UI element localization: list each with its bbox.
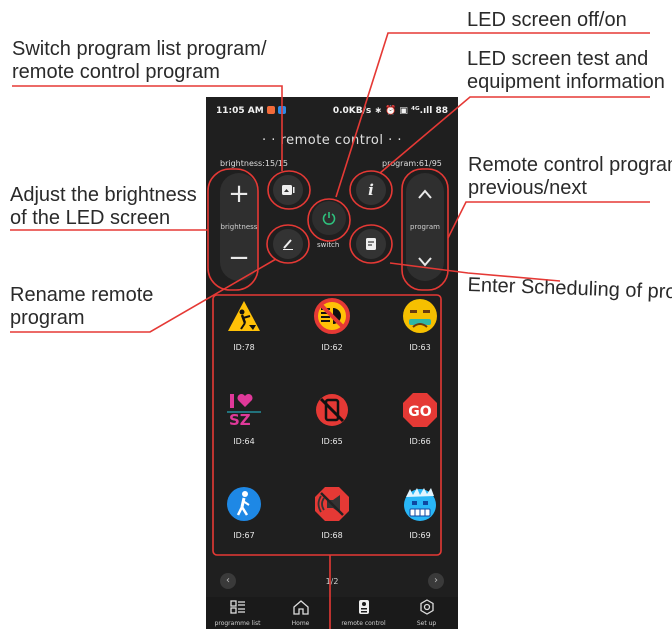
annotation-scheduling: Enter Scheduling of program xyxy=(467,273,672,305)
program-rocker: program xyxy=(406,173,444,281)
led-info-button[interactable]: i xyxy=(356,175,386,205)
leader-line xyxy=(447,201,650,239)
switch-label: switch xyxy=(317,241,340,249)
schedule-document-icon xyxy=(366,238,376,250)
road-work-icon xyxy=(228,301,260,331)
status-bar: 11:05 AM 0.0KB/s ∗ ⏰ ▣ ⁴ᴳ.ıll 88 xyxy=(206,97,458,123)
page-title: · · remote control · · xyxy=(261,133,403,148)
annotation-switch-list-line2: remote control program xyxy=(12,61,220,83)
power-button[interactable] xyxy=(312,201,346,235)
switch-program-list-button[interactable] xyxy=(273,175,303,205)
chevron-up-icon xyxy=(418,189,432,199)
program-id: ID:69 xyxy=(409,531,431,540)
nav-programme-list[interactable]: programme list xyxy=(206,599,269,627)
program-tile[interactable]: ID:63 xyxy=(390,297,450,377)
list-icon xyxy=(229,600,245,614)
scheduling-button[interactable] xyxy=(356,229,386,259)
annotation-rename-line1: Rename remote xyxy=(10,284,154,306)
program-id: ID:65 xyxy=(321,437,343,446)
picture-album-icon xyxy=(282,185,295,195)
nav-label: programme list xyxy=(214,620,261,627)
program-id: ID:66 xyxy=(409,437,431,446)
info-icon: i xyxy=(368,181,374,199)
svg-text:GO: GO xyxy=(408,404,431,420)
chevron-down-icon xyxy=(418,257,432,267)
program-tile[interactable]: ID:69 xyxy=(390,485,450,565)
nav-remote-control[interactable]: remote control xyxy=(332,599,395,627)
program-id: ID:78 xyxy=(233,343,255,352)
status-indicators: 0.0KB/s ∗ ⏰ ▣ ⁴ᴳ.ıll 88 xyxy=(332,106,448,116)
svg-text:SZ: SZ xyxy=(229,411,251,429)
annotation-led-onoff: LED screen off/on xyxy=(467,9,627,31)
i-love-sz-icon: SZ xyxy=(227,393,261,429)
program-tile[interactable]: SZ ID:64 xyxy=(214,391,274,471)
brightness-plus-button[interactable]: + xyxy=(220,179,258,209)
annotation-brightness-line1: Adjust the brightness xyxy=(10,184,197,206)
power-icon xyxy=(322,212,336,225)
no-phone-icon xyxy=(316,394,348,426)
program-previous-button[interactable] xyxy=(406,185,444,204)
page-indicator: 1/2 xyxy=(325,577,339,586)
annotation-rename-line2: program xyxy=(10,307,85,329)
pedestrian-icon xyxy=(227,487,261,521)
nav-label: Set up xyxy=(416,620,437,627)
sad-face-icon xyxy=(403,299,437,333)
program-tile[interactable]: GO ID:66 xyxy=(390,391,450,471)
rename-program-button[interactable] xyxy=(273,229,303,259)
nav-set-up[interactable]: Set up xyxy=(395,599,458,627)
program-value-label: program:61/95 xyxy=(382,159,442,168)
nav-home[interactable]: Home xyxy=(269,599,332,627)
status-time: 11:05 AM xyxy=(216,106,286,116)
gear-icon xyxy=(419,599,434,615)
program-label: program xyxy=(410,223,440,231)
bottom-navigation: programme list Home remote control Set u… xyxy=(206,597,458,629)
program-id: ID:68 xyxy=(321,531,343,540)
no-high-beam-icon xyxy=(314,298,350,334)
program-id: ID:64 xyxy=(233,437,255,446)
brightness-value-label: brightness:15/15 xyxy=(220,159,288,168)
nav-label: remote control xyxy=(341,620,386,627)
annotation-led-test-line2: equipment information xyxy=(467,71,665,93)
program-tile[interactable]: ID:68 xyxy=(302,485,362,565)
program-id: ID:63 xyxy=(409,343,431,352)
home-icon xyxy=(292,600,309,615)
brightness-label: brightness xyxy=(220,223,258,231)
program-next-button[interactable] xyxy=(406,253,444,272)
program-id: ID:67 xyxy=(233,531,255,540)
app-notification-icon xyxy=(266,106,275,114)
annotation-brightness-line2: of the LED screen xyxy=(10,207,171,229)
frozen-face-icon xyxy=(404,488,436,521)
program-tile[interactable]: ID:67 xyxy=(214,485,274,565)
no-horn-icon xyxy=(315,487,349,521)
program-tile[interactable]: ID:62 xyxy=(302,297,362,377)
app-notification-icon xyxy=(277,106,286,114)
pencil-icon xyxy=(283,239,293,250)
nav-label: Home xyxy=(291,620,310,627)
brightness-rocker: + brightness − xyxy=(220,173,258,281)
annotation-switch-list-line1: Switch program list program/ xyxy=(12,38,267,60)
annotation-led-test-line1: LED screen test and xyxy=(467,48,649,70)
program-tile[interactable]: ID:78 xyxy=(214,297,274,377)
program-tile[interactable]: ID:65 xyxy=(302,391,362,471)
phone-screen: 11:05 AM 0.0KB/s ∗ ⏰ ▣ ⁴ᴳ.ıll 88 · · rem… xyxy=(206,97,458,629)
go-sign-icon: GO xyxy=(403,393,437,427)
next-page-button[interactable]: › xyxy=(428,573,444,589)
pager: ‹ 1/2 › xyxy=(206,573,458,591)
annotation-prev-next-line1: Remote control program xyxy=(468,154,672,176)
remote-icon xyxy=(358,600,369,614)
program-id: ID:62 xyxy=(321,343,343,352)
brightness-minus-button[interactable]: − xyxy=(220,243,258,273)
annotation-prev-next-line2: previous/next xyxy=(468,177,587,199)
